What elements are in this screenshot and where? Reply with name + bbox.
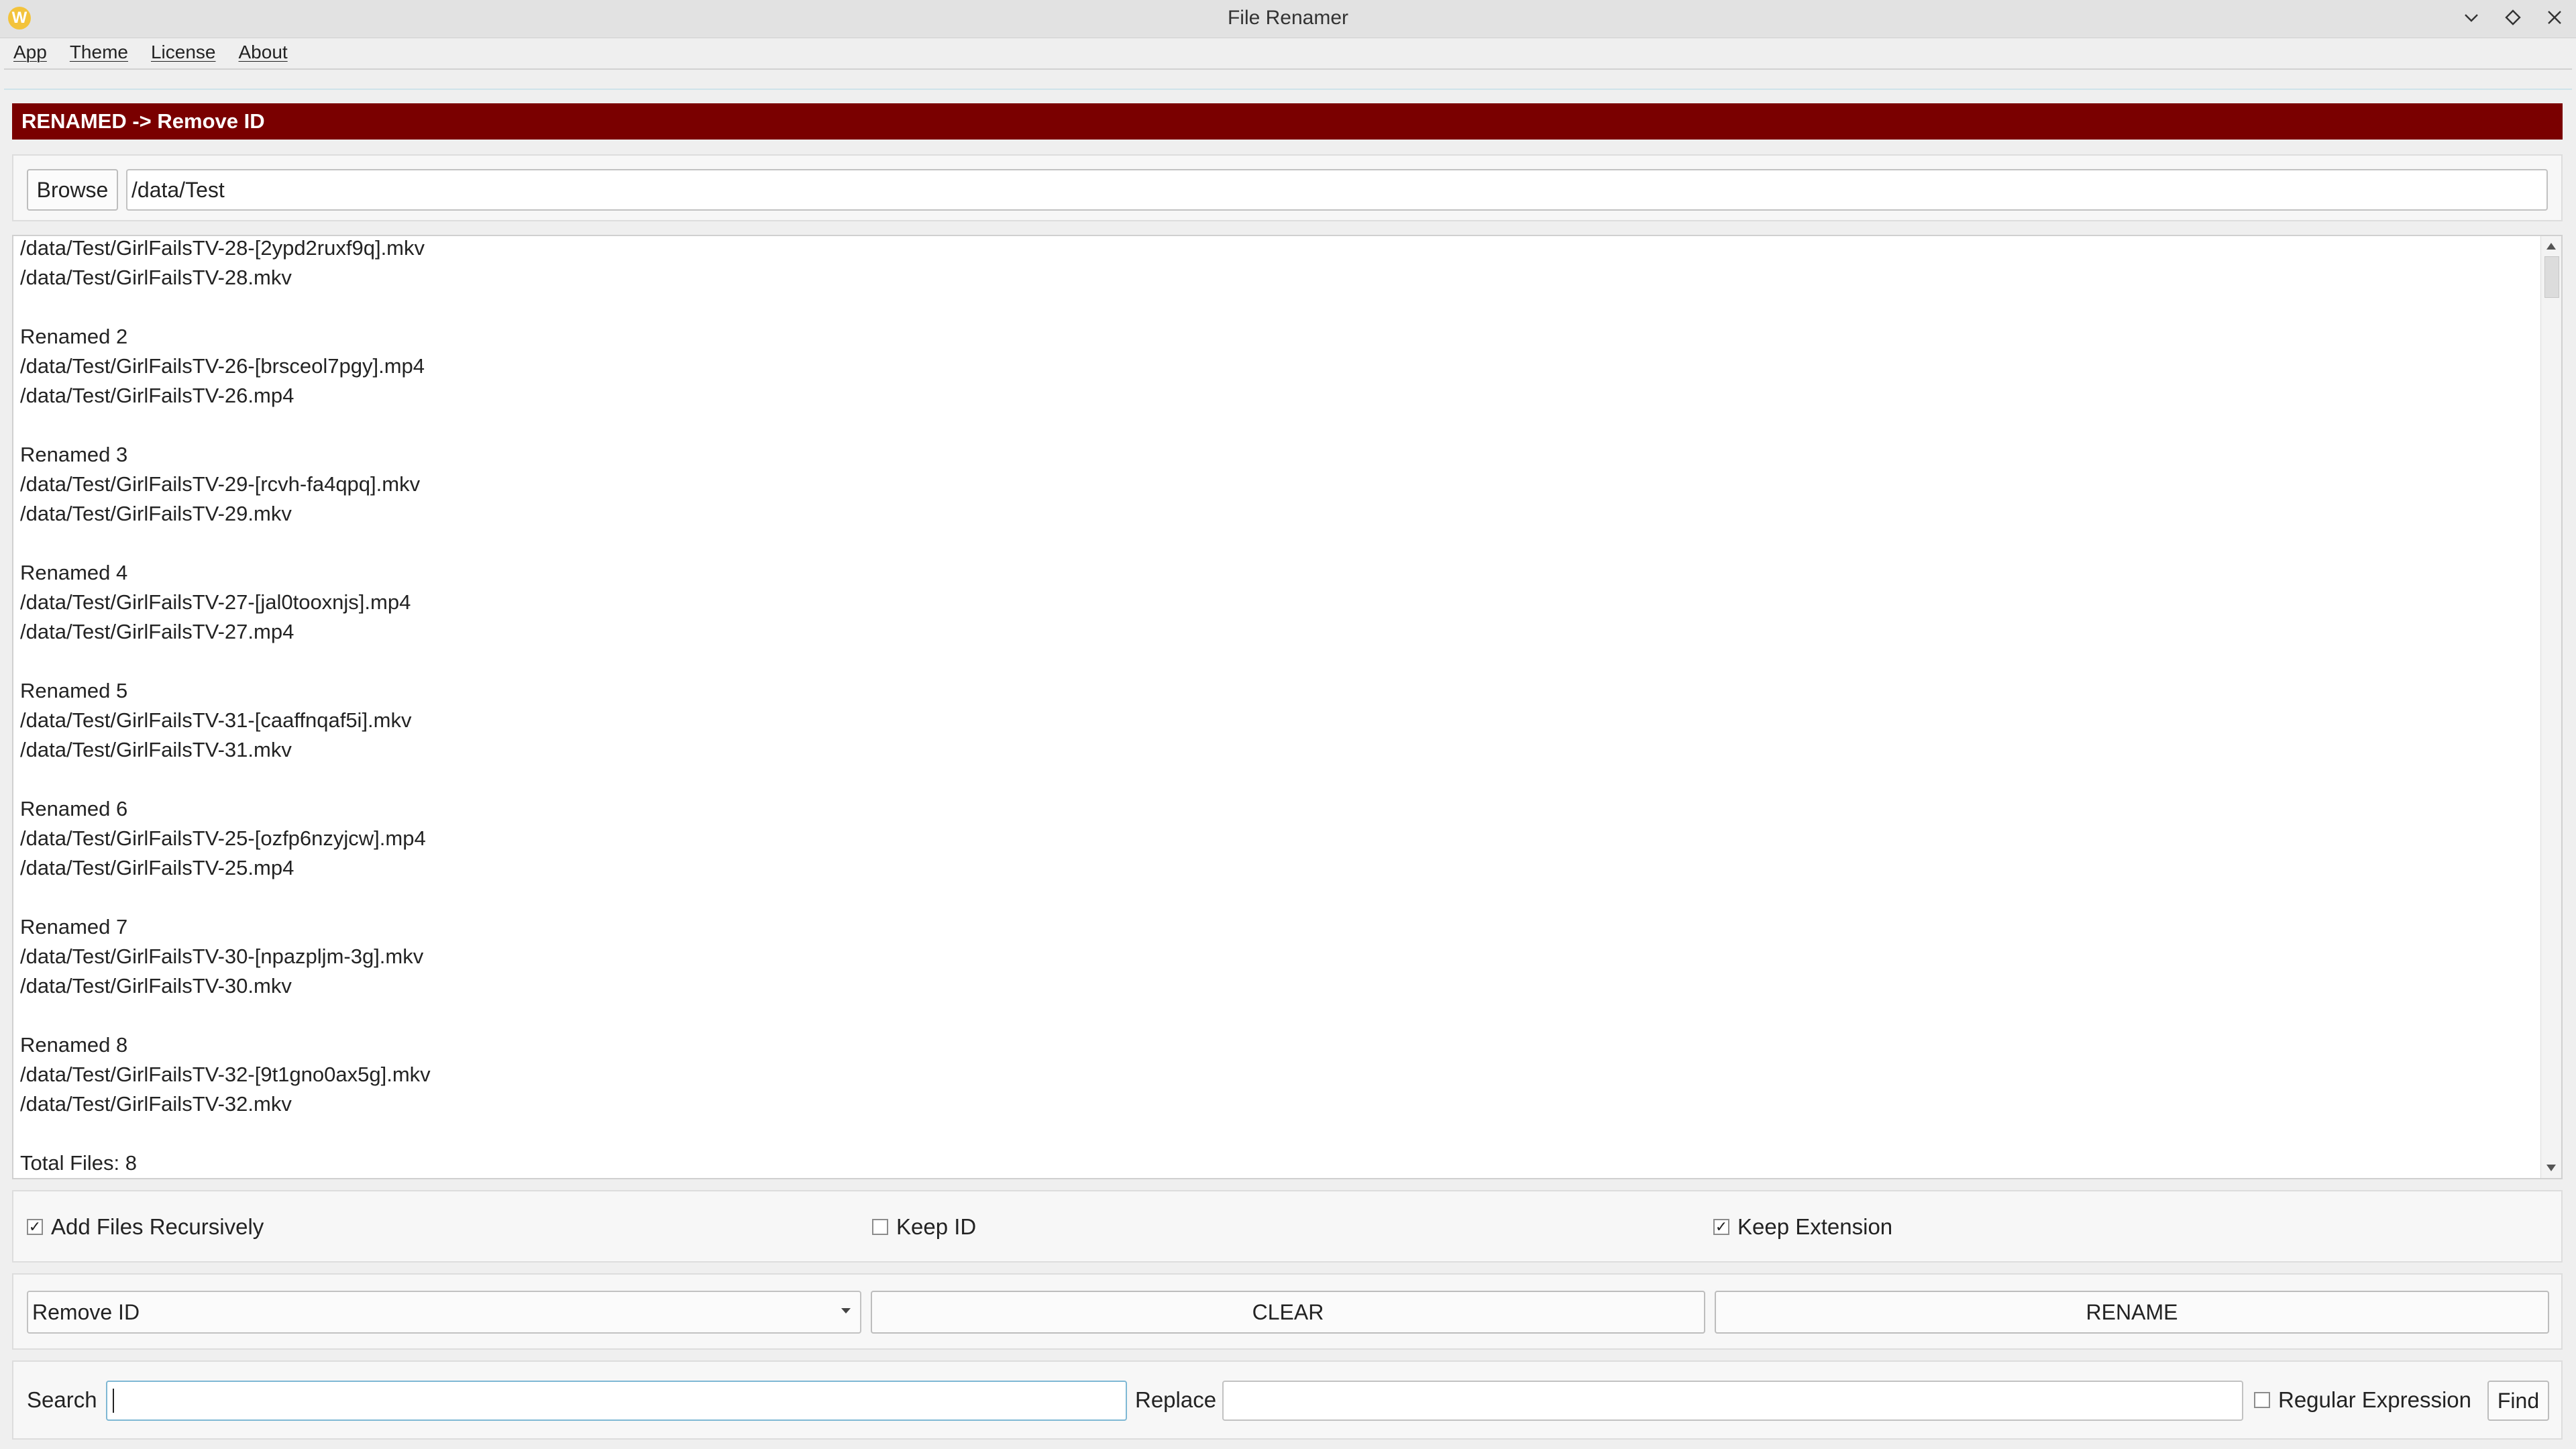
menu-bar: App Theme License About [0,38,2576,67]
toolbar-divider [4,68,2572,90]
mode-select-value: Remove ID [32,1299,140,1324]
keep-extension-label: Keep Extension [1737,1214,1893,1239]
checkbox-box[interactable]: ✓ [1713,1219,1729,1235]
text-caret [113,1389,114,1413]
rename-button[interactable]: RENAME [1715,1291,2549,1334]
minimize-button[interactable] [2459,5,2483,30]
scroll-down-icon[interactable] [2546,1165,2556,1171]
title-bar: W File Renamer [0,0,2576,38]
app-window: W File Renamer App Theme License About R… [0,0,2576,1449]
find-button[interactable]: Find [2487,1381,2549,1421]
keep-id-label: Keep ID [896,1214,977,1239]
checkbox-box[interactable] [872,1219,888,1235]
search-label: Search [27,1387,97,1412]
close-icon [2548,11,2561,24]
regex-label: Regular Expression [2278,1387,2471,1412]
window-controls [2459,5,2567,30]
maximize-button[interactable] [2501,5,2525,30]
menu-license[interactable]: License [151,42,216,63]
regex-checkbox[interactable]: Regular Expression [2254,1387,2471,1413]
log-scrollbar[interactable] [2540,236,2561,1178]
clear-button[interactable]: CLEAR [871,1291,1705,1334]
path-field[interactable]: /data/Test [126,169,2548,211]
menu-app[interactable]: App [13,42,47,63]
chevron-down-icon [2465,14,2478,22]
diamond-icon [2505,9,2521,25]
scroll-thumb[interactable] [2544,256,2559,298]
browse-button[interactable]: Browse [27,169,118,211]
scroll-up-icon[interactable] [2546,243,2556,250]
search-input[interactable] [106,1381,1127,1421]
log-text: /data/Test/GirlFailsTV-28-[2ypd2ruxf9q].… [20,236,431,1175]
chevron-down-icon [841,1308,851,1313]
menu-about[interactable]: About [239,42,288,63]
options-panel: ✓ Add Files Recursively Keep ID ✓ Keep E… [12,1190,2563,1263]
checkbox-box[interactable] [2254,1392,2270,1408]
add-recursive-label: Add Files Recursively [51,1214,264,1239]
menu-theme[interactable]: Theme [70,42,128,63]
replace-label: Replace [1135,1387,1217,1412]
browse-panel: Browse /data/Test [12,154,2563,221]
add-recursive-checkbox[interactable]: ✓ Add Files Recursively [27,1214,264,1240]
mode-select[interactable]: Remove ID [27,1291,861,1334]
checkbox-box[interactable]: ✓ [27,1219,43,1235]
log-output[interactable]: /data/Test/GirlFailsTV-28-[2ypd2ruxf9q].… [12,235,2563,1179]
close-button[interactable] [2542,5,2567,30]
actions-panel: Remove ID CLEAR RENAME [12,1273,2563,1350]
search-panel: Search Replace Regular Expression Find [12,1360,2563,1440]
status-banner: RENAMED -> Remove ID [12,103,2563,140]
keep-extension-checkbox[interactable]: ✓ Keep Extension [1713,1214,1892,1240]
replace-input[interactable] [1222,1381,2243,1421]
window-title: File Renamer [1227,7,1349,29]
keep-id-checkbox[interactable]: Keep ID [872,1214,976,1240]
